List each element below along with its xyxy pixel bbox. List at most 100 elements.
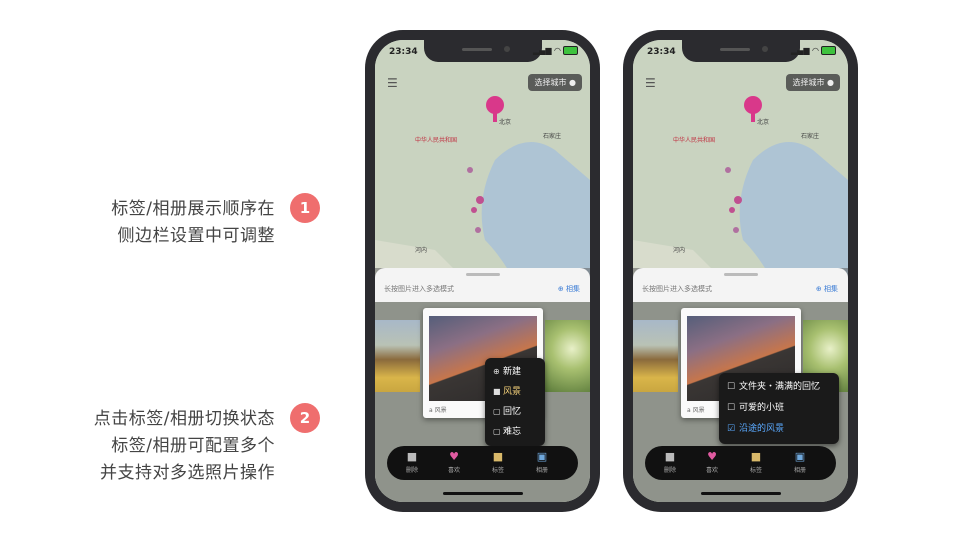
map-pin[interactable] xyxy=(734,196,742,204)
trash-icon: ■ xyxy=(406,450,418,463)
plus-icon: ⊕ xyxy=(815,285,822,293)
photo-castle[interactable] xyxy=(633,320,678,392)
map-label-hanoi: 河内 xyxy=(415,246,427,254)
map-pin[interactable] xyxy=(486,96,504,114)
plus-icon: ⊕ xyxy=(557,285,564,293)
tab-tag[interactable]: ■ 标签 xyxy=(483,450,513,474)
select-city-label: 选择城市 xyxy=(534,78,567,87)
tab-label: 标签 xyxy=(749,467,762,474)
battery-icon xyxy=(821,46,836,55)
tab-label: 标签 xyxy=(491,467,504,474)
menu-icon[interactable]: ☰ xyxy=(387,76,398,90)
select-city-button[interactable]: 选择城市 ● xyxy=(786,74,840,91)
annotation-2: 点击标签/相册切换状态 标签/相册可配置多个 并支持对多选照片操作 xyxy=(94,406,275,487)
home-indicator[interactable] xyxy=(700,492,781,495)
map-pin[interactable] xyxy=(471,207,477,213)
map-pin[interactable] xyxy=(729,207,735,213)
map-label-shijiazhuang: 石家庄 xyxy=(543,132,561,140)
drag-handle[interactable] xyxy=(723,273,758,276)
map-label-shijiazhuang: 石家庄 xyxy=(801,132,819,140)
bottom-sheet-header: 长按图片进入多选模式 ⊕ 相集 xyxy=(375,268,590,302)
album-icon: ▣ xyxy=(794,450,806,463)
plus-icon: ⊕ xyxy=(493,367,500,376)
annotation-2-line-1: 点击标签/相册切换状态 xyxy=(93,409,275,429)
select-city-button[interactable]: 选择城市 ● xyxy=(528,74,582,91)
album-link[interactable]: ⊕ 相集 xyxy=(558,284,580,294)
tag-icon: ■ xyxy=(493,387,501,396)
map-pin[interactable] xyxy=(733,227,739,233)
album-menu-item-scenery[interactable]: ☑ 沿途的风景 xyxy=(719,419,839,440)
drag-handle[interactable] xyxy=(465,273,500,276)
map-label-country: 中华人民共和国 xyxy=(673,136,715,144)
photo-flower[interactable] xyxy=(545,320,590,392)
tab-like[interactable]: ♥ 喜欢 xyxy=(439,450,469,474)
action-tab-bar: ■ 删除 ♥ 喜欢 ■ 标签 ▣ 相册 xyxy=(387,446,578,480)
album-link[interactable]: ⊕ 相集 xyxy=(816,284,838,294)
phone-mockup-right: 北京 中华人民共和国 石家庄 河内 23:34 ▂▄▆ ◠ ☰ 选择城市 ● 长… xyxy=(623,30,858,512)
tag-menu-item-scenery[interactable]: ■ 风景 xyxy=(485,382,545,402)
bottom-sheet-header: 长按图片进入多选模式 ⊕ 相集 xyxy=(633,268,848,302)
album-menu-item-folder[interactable]: ☐ 文件夹・满满的回忆 xyxy=(719,377,839,398)
tag-menu-label: 风景 xyxy=(503,387,522,397)
select-city-label: 选择城市 xyxy=(792,78,825,87)
annotation-2-line-3: 并支持对多选照片操作 xyxy=(100,463,275,483)
map-pin[interactable] xyxy=(725,167,731,173)
status-icons: ▂▄▆ ◠ xyxy=(533,46,578,55)
annotation-1: 标签/相册展示顺序在 侧边栏设置中可调整 xyxy=(111,196,275,250)
phone-mockup-left: 北京 中华人民共和国 石家庄 河内 23:34 ▂▄▆ ◠ ☰ 选择城市 ● 长… xyxy=(365,30,600,512)
map-pin[interactable] xyxy=(475,227,481,233)
tag-icon: ■ xyxy=(492,450,504,463)
home-indicator[interactable] xyxy=(442,492,523,495)
phone-screen: 北京 中华人民共和国 石家庄 河内 23:34 ▂▄▆ ◠ ☰ 选择城市 ● 长… xyxy=(633,40,848,502)
map-pin[interactable] xyxy=(467,167,473,173)
step-badge-2: 2 xyxy=(290,403,320,433)
tag-icon: ■ xyxy=(750,450,762,463)
album-link-label: 相集 xyxy=(824,285,838,293)
notch xyxy=(423,40,542,62)
map-label-beijing: 北京 xyxy=(757,118,769,126)
tab-delete[interactable]: ■ 删除 xyxy=(397,450,427,474)
tab-album[interactable]: ▣ 相册 xyxy=(785,450,815,474)
checkbox-icon: ☐ xyxy=(727,382,736,392)
album-popup-menu: ☐ 文件夹・满满的回忆 ☐ 可爱的小班 ☑ 沿途的风景 xyxy=(719,373,839,444)
tab-delete[interactable]: ■ 删除 xyxy=(655,450,685,474)
trash-icon: ■ xyxy=(664,450,676,463)
sheet-hint: 长按图片进入多选模式 xyxy=(642,285,712,293)
album-menu-item-class[interactable]: ☐ 可爱的小班 xyxy=(719,398,839,419)
map-label-hanoi: 河内 xyxy=(673,246,685,254)
photo-caption: a 风景 xyxy=(429,407,447,414)
album-menu-label: 沿途的风景 xyxy=(739,424,785,434)
phone-screen: 北京 中华人民共和国 石家庄 河内 23:34 ▂▄▆ ◠ ☰ 选择城市 ● 长… xyxy=(375,40,590,502)
menu-icon[interactable]: ☰ xyxy=(645,76,656,90)
tag-menu-label: 难忘 xyxy=(503,427,522,437)
tag-menu-item-new[interactable]: ⊕ 新建 xyxy=(485,362,545,382)
status-icons: ▂▄▆ ◠ xyxy=(791,46,836,55)
photo-castle[interactable] xyxy=(375,320,420,392)
tab-label: 喜欢 xyxy=(447,467,460,474)
tab-like[interactable]: ♥ 喜欢 xyxy=(697,450,727,474)
tab-label: 相册 xyxy=(793,467,806,474)
tab-label: 删除 xyxy=(405,467,418,474)
album-icon: ▣ xyxy=(536,450,548,463)
album-menu-label: 可爱的小班 xyxy=(739,403,785,413)
action-tab-bar: ■ 删除 ♥ 喜欢 ■ 标签 ▣ 相册 xyxy=(645,446,836,480)
location-pin-icon: ● xyxy=(569,78,576,87)
checkbox-checked-icon: ☑ xyxy=(727,424,736,434)
photo-caption: a 风景 xyxy=(687,407,705,414)
map-label-country: 中华人民共和国 xyxy=(415,136,457,144)
tab-tag[interactable]: ■ 标签 xyxy=(741,450,771,474)
photo-carousel[interactable]: a 风景 xyxy=(375,308,590,418)
notch xyxy=(681,40,800,62)
status-time: 23:34 xyxy=(389,47,418,57)
tag-menu-label: 新建 xyxy=(503,367,522,377)
map-pin[interactable] xyxy=(476,196,484,204)
tab-album[interactable]: ▣ 相册 xyxy=(527,450,557,474)
map-label-beijing: 北京 xyxy=(499,118,511,126)
tag-menu-label: 回忆 xyxy=(503,407,522,417)
album-link-label: 相集 xyxy=(566,285,580,293)
tag-menu-item-memory[interactable]: ▢ 回忆 xyxy=(485,402,545,422)
tag-menu-item-unforgettable[interactable]: ▢ 难忘 xyxy=(485,422,545,442)
tab-label: 删除 xyxy=(663,467,676,474)
tag-icon: ▢ xyxy=(493,407,501,416)
map-pin[interactable] xyxy=(744,96,762,114)
